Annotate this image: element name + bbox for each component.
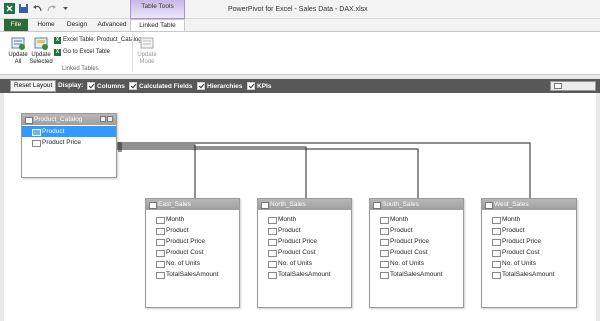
tab-home[interactable]: Home [32, 19, 60, 31]
go-to-excel-label: Go to Excel Table [63, 49, 110, 55]
table-icon [107, 116, 113, 122]
ribbon-separator [132, 34, 133, 72]
column-total-sales-amount[interactable]: TotalSalesAmount [370, 269, 463, 280]
table-header[interactable]: East_Sales [146, 199, 239, 210]
zoom-slider[interactable] [550, 81, 596, 91]
column-total-sales-amount[interactable]: TotalSalesAmount [146, 269, 239, 280]
column-total-sales-amount[interactable]: TotalSalesAmount [482, 269, 576, 280]
table-header[interactable]: West_Sales [482, 199, 576, 210]
table-east-sales[interactable]: East_Sales Month Product Product Price P… [145, 198, 240, 308]
table-name: Product_Catalog [34, 116, 83, 123]
checkbox-icon [87, 82, 95, 90]
columns-label: Columns [97, 82, 125, 90]
column-month[interactable]: Month [258, 214, 351, 225]
table-name: North_Sales [270, 201, 306, 208]
checkbox-icon [197, 82, 205, 90]
save-icon[interactable] [18, 3, 29, 14]
table-tools-context: Table Tools [130, 0, 185, 19]
column-product-cost[interactable]: Product Cost [258, 247, 351, 258]
column-product-cost[interactable]: Product Cost [146, 247, 239, 258]
column-no-of-units[interactable]: No. of Units [258, 258, 351, 269]
update-mode-icon [140, 37, 154, 49]
column-product[interactable]: Product [370, 225, 463, 236]
column-no-of-units[interactable]: No. of Units [370, 258, 463, 269]
table-name: South_Sales [382, 201, 419, 208]
column-product-price[interactable]: Product Price [258, 236, 351, 247]
kpis-label: KPIs [257, 82, 272, 90]
table-header[interactable]: South_Sales [370, 199, 463, 210]
go-to-excel-table-button[interactable]: X Go to Excel Table [54, 48, 110, 57]
maximize-icon[interactable] [100, 116, 106, 122]
kpis-checkbox[interactable]: KPIs [247, 82, 271, 90]
update-selected-button[interactable]: Update Selected [29, 35, 53, 66]
tab-file[interactable]: File [4, 19, 28, 31]
ribbon: Update All Update Selected X Excel Table… [0, 31, 600, 75]
column-product[interactable]: Product [258, 225, 351, 236]
column-no-of-units[interactable]: No. of Units [482, 258, 576, 269]
column-product[interactable]: Product [146, 225, 239, 236]
update-mode-label: Update Mode [137, 52, 157, 65]
display-toolbar: Reset Layout Display: Columns Calculated… [0, 79, 600, 93]
hierarchies-label: Hierarchies [207, 82, 243, 90]
calculated-fields-checkbox[interactable]: Calculated Fields [129, 82, 192, 90]
table-west-sales[interactable]: West_Sales Month Product Product Price P… [481, 198, 577, 308]
reset-layout-button[interactable]: Reset Layout [10, 80, 57, 92]
table-name: East_Sales [158, 201, 191, 208]
table-south-sales[interactable]: South_Sales Month Product Product Price … [369, 198, 464, 308]
excel-icon[interactable] [4, 3, 15, 14]
table-header[interactable]: Product_Catalog [22, 114, 116, 125]
update-all-button[interactable]: Update All [6, 35, 30, 66]
column-month[interactable]: Month [482, 214, 576, 225]
table-header-icons [100, 116, 113, 122]
column-product-cost[interactable]: Product Cost [482, 247, 576, 258]
update-selected-icon [34, 37, 48, 50]
title-bar: Table Tools PowerPivot for Excel - Sales… [0, 0, 600, 19]
column-product[interactable]: Product [22, 126, 116, 137]
tab-design[interactable]: Design [62, 19, 92, 31]
zoom-slider-thumb[interactable] [554, 83, 562, 89]
column-product[interactable]: Product [482, 225, 576, 236]
excel-table-label: Excel Table: Product_Catalog [63, 37, 142, 43]
tab-linked-table[interactable]: Linked Table [130, 19, 185, 31]
table-tools-label: Table Tools [141, 3, 174, 10]
column-product-price[interactable]: Product Price [482, 236, 576, 247]
columns-checkbox[interactable]: Columns [87, 82, 125, 90]
column-product-price[interactable]: Product Price [370, 236, 463, 247]
table-header[interactable]: North_Sales [258, 199, 351, 210]
update-all-label: Update All [8, 52, 28, 65]
ribbon-tabs: File Home Design Advanced Linked Table [0, 19, 600, 31]
column-no-of-units[interactable]: No. of Units [146, 258, 239, 269]
display-label: Display: [58, 82, 84, 89]
column-product-price[interactable]: Product Price [22, 137, 116, 148]
window-title: PowerPivot for Excel - Sales Data - DAX.… [228, 6, 368, 13]
quick-access-toolbar [4, 3, 71, 14]
go-to-excel-icon: X [54, 49, 61, 56]
table-product-catalog[interactable]: Product_Catalog Product Product Price [21, 113, 117, 178]
column-product-cost[interactable]: Product Cost [370, 247, 463, 258]
update-all-icon [11, 37, 25, 50]
undo-icon[interactable] [32, 3, 43, 14]
column-month[interactable]: Month [370, 214, 463, 225]
table-north-sales[interactable]: North_Sales Month Product Product Price … [257, 198, 352, 308]
checkbox-icon [247, 82, 255, 90]
hierarchies-checkbox[interactable]: Hierarchies [197, 82, 242, 90]
column-product-price[interactable]: Product Price [146, 236, 239, 247]
redo-icon[interactable] [46, 3, 57, 14]
column-total-sales-amount[interactable]: TotalSalesAmount [258, 269, 351, 280]
ribbon-group-label: Linked Tables [62, 66, 99, 72]
update-mode-button[interactable]: Update Mode [135, 35, 159, 66]
tab-advanced[interactable]: Advanced [95, 19, 129, 31]
checkbox-icon [129, 82, 137, 90]
update-selected-label: Update Selected [29, 52, 53, 65]
calculated-fields-label: Calculated Fields [139, 82, 193, 90]
excel-table-icon: X [54, 37, 61, 44]
customize-toolbar-icon[interactable] [60, 3, 71, 14]
table-name: West_Sales [494, 201, 529, 208]
column-month[interactable]: Month [146, 214, 239, 225]
